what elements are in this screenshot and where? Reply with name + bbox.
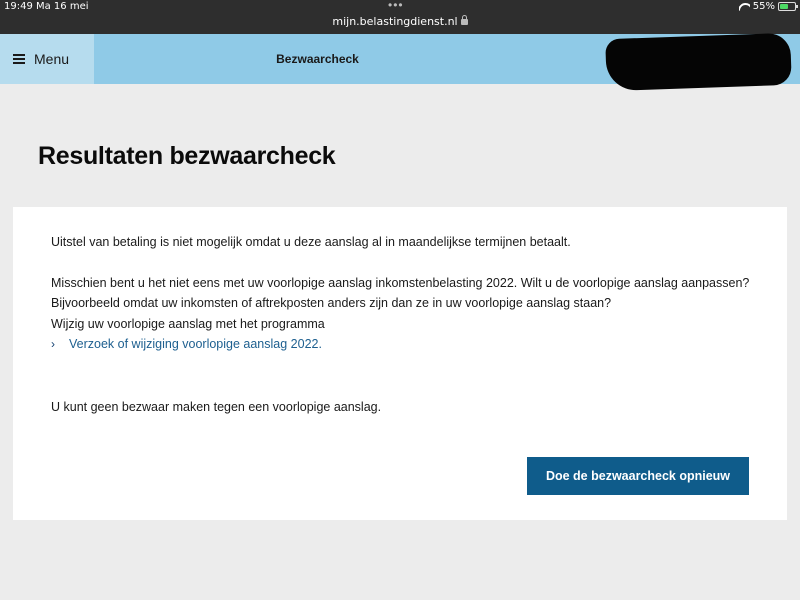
status-date: Ma 16 mei bbox=[36, 1, 89, 12]
example-text: Bijvoorbeeld omdat uw inkomsten of aftre… bbox=[51, 296, 612, 310]
chevron-right-icon: › bbox=[51, 337, 55, 351]
status-bar: 19:49 Ma 16 mei ••• mijn.belastingdienst… bbox=[0, 0, 800, 34]
header-title: Bezwaarcheck bbox=[276, 52, 359, 66]
disagree-text: Misschien bent u het niet eens met uw vo… bbox=[51, 276, 750, 290]
no-objection-text: U kunt geen bezwaar maken tegen een voor… bbox=[51, 400, 382, 414]
battery-percentage: 55% bbox=[752, 1, 775, 12]
status-right: 55% bbox=[739, 1, 798, 12]
battery-fill bbox=[780, 4, 788, 9]
adjust-assessment-link-label: Verzoek of wijziging voorlopige aanslag … bbox=[69, 337, 322, 351]
program-text: Wijzig uw voorlopige aanslag met het pro… bbox=[51, 317, 325, 331]
status-time: 19:49 bbox=[4, 1, 33, 12]
url-text: mijn.belastingdienst.nl bbox=[332, 15, 458, 28]
more-dots-icon[interactable]: ••• bbox=[388, 0, 404, 12]
redacted-area bbox=[605, 32, 792, 92]
wifi-icon bbox=[739, 3, 750, 11]
address-bar[interactable]: mijn.belastingdienst.nl bbox=[0, 15, 800, 28]
lock-icon bbox=[460, 15, 468, 25]
result-card: Uitstel van betaling is niet mogelijk om… bbox=[13, 207, 787, 520]
adjust-assessment-link[interactable]: › Verzoek of wijziging voorlopige aansla… bbox=[51, 337, 322, 351]
battery-icon bbox=[778, 2, 798, 11]
payment-info-text: Uitstel van betaling is niet mogelijk om… bbox=[51, 235, 571, 249]
redo-check-button[interactable]: Doe de bezwaarcheck opnieuw bbox=[527, 457, 749, 495]
page-title: Resultaten bezwaarcheck bbox=[38, 142, 336, 170]
